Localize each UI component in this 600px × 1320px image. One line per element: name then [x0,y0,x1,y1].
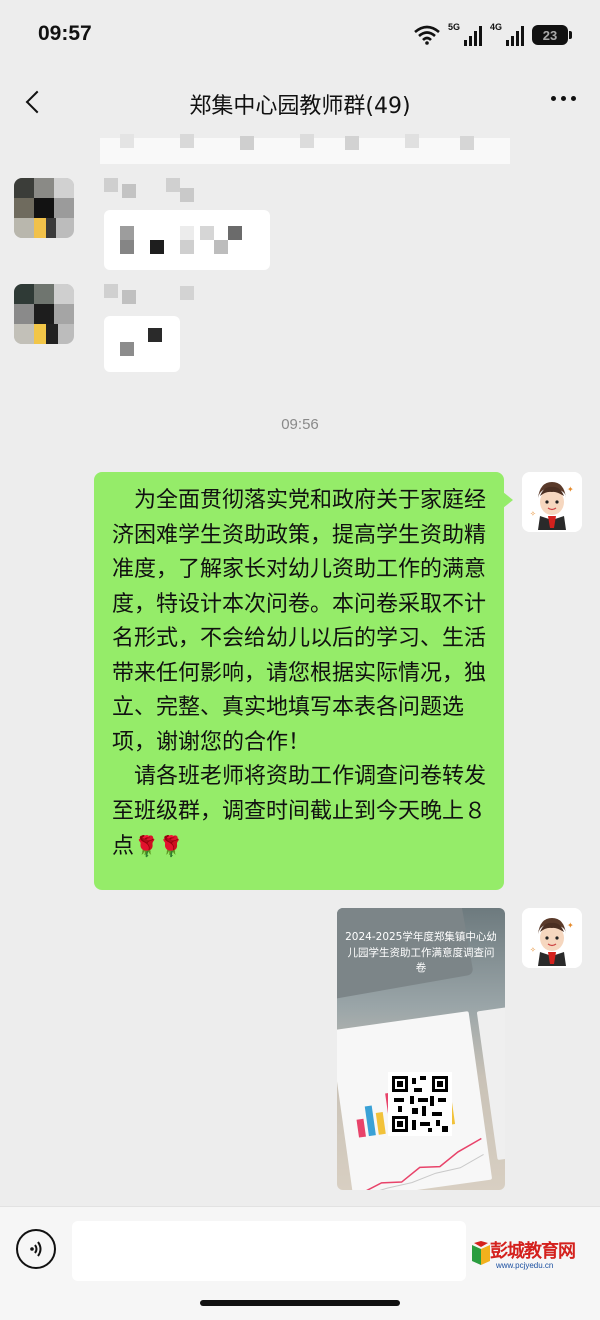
home-indicator [200,1300,400,1306]
qr-code[interactable] [388,1072,452,1136]
message-paragraph-1: 为全面贯彻落实党和政府关于家庭经济困难学生资助政策，提高学生资助精准度，了解家长… [112,488,487,755]
voice-icon [30,1241,42,1257]
watermark-logo: 彭城教育网 www.pcjyedu.cn [470,1237,586,1277]
nav-bar: 郑集中心园教师群(49) [0,70,600,138]
outgoing-image-message[interactable]: 2024-2025学年度郑集镇中心幼儿园学生资助工作满意度调查问卷 [337,908,505,1190]
network-4g-label: 4G [490,22,503,32]
signal-4g-icon: 4G [490,22,524,46]
chat-title: 郑集中心园教师群(49) [189,94,411,119]
message-bubble-blurred-1[interactable] [104,210,270,270]
outgoing-text-message[interactable]: 为全面贯彻落实党和政府关于家庭经济困难学生资助政策，提高学生资助精准度，了解家长… [94,472,513,890]
svg-text:✧: ✧ [530,510,536,518]
status-icons: 5G 4G 23 [414,22,572,46]
voice-button[interactable] [16,1229,56,1269]
watermark-text: 彭城教育网 [490,1241,576,1262]
wifi-icon [414,25,440,45]
time-separator: 09:56 [281,416,319,433]
watermark-url: www.pcjyedu.cn [496,1261,554,1270]
rose-emoji: 🌹🌹 [134,834,184,858]
my-avatar-1[interactable]: ✦ ✧ [522,472,582,532]
message-input[interactable] [72,1221,466,1281]
svg-text:✦: ✦ [567,485,574,494]
more-dots-icon [551,96,556,101]
message-paragraph-2: 请各班老师将资助工作调查问卷转发至班级群，调查时间截止到今天晚上８点🌹🌹 [112,760,486,865]
sender-avatar-1[interactable] [14,178,74,238]
status-bar: 09:57 5G 4G 23 [0,0,600,70]
sender-avatar-2[interactable] [14,284,74,344]
battery-icon: 23 [532,25,572,45]
svg-text:✦: ✦ [567,921,574,930]
svg-text:✧: ✧ [530,946,536,954]
network-5g-label: 5G [448,22,461,32]
status-time: 09:57 [38,22,92,45]
message-bubble-blurred-2[interactable] [104,316,180,372]
signal-5g-icon: 5G [448,22,482,46]
image-caption: 2024-2025学年度郑集镇中心幼儿园学生资助工作满意度调查问卷 [345,931,497,974]
my-avatar-2[interactable]: ✦ ✧ [522,908,582,968]
more-button[interactable] [551,96,576,101]
